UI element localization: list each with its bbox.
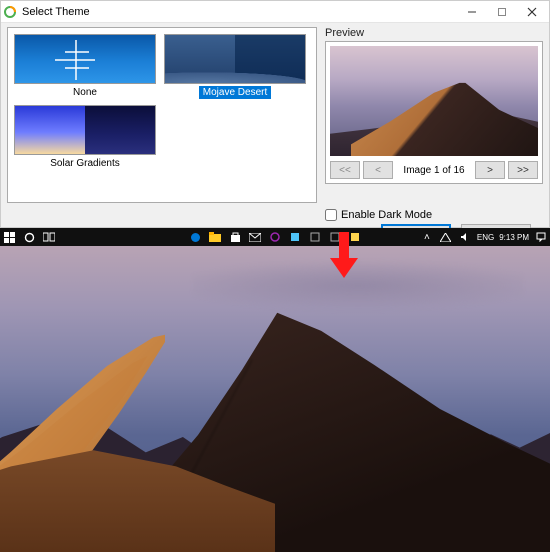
theme-option-none[interactable]: None <box>14 34 156 99</box>
theme-option-mojave-desert[interactable]: Mojave Desert <box>164 34 306 99</box>
network-icon[interactable] <box>439 230 453 244</box>
enable-dark-mode-label: Enable Dark Mode <box>341 209 432 221</box>
enable-dark-mode-checkbox[interactable] <box>325 209 337 221</box>
explorer-icon[interactable] <box>208 230 222 244</box>
language-indicator[interactable]: ENG <box>477 233 494 242</box>
tray-chevron-icon[interactable]: ˄ <box>420 230 434 244</box>
theme-option-solar-gradients[interactable]: Solar Gradients <box>14 105 156 170</box>
theme-list: None Mojave Desert Solar Gradients <box>7 27 317 203</box>
taskbar[interactable]: ˄ ENG 9:13 PM <box>0 228 550 246</box>
theme-thumbnail <box>164 34 306 84</box>
app-icon-2[interactable] <box>288 230 302 244</box>
app-icon-3[interactable] <box>308 230 322 244</box>
preview-panel: Preview << < Image 1 of 16 > >> <box>325 27 543 199</box>
theme-label: Mojave Desert <box>199 86 271 99</box>
close-button[interactable] <box>517 2 547 22</box>
theme-label: None <box>69 86 101 99</box>
preview-heading: Preview <box>325 27 543 39</box>
select-theme-dialog: Select Theme None Mojave Desert Solar Gr… <box>0 0 550 228</box>
titlebar[interactable]: Select Theme <box>1 1 549 23</box>
mail-icon[interactable] <box>248 230 262 244</box>
minimize-button[interactable] <box>457 2 487 22</box>
theme-thumbnail <box>14 34 156 84</box>
last-image-button[interactable]: >> <box>508 161 538 179</box>
action-center-icon[interactable] <box>534 230 548 244</box>
volume-icon[interactable] <box>458 230 472 244</box>
cortana-icon[interactable] <box>22 230 36 244</box>
theme-thumbnail <box>14 105 156 155</box>
app-icon <box>3 5 17 19</box>
theme-label: Solar Gradients <box>46 157 123 170</box>
maximize-button[interactable] <box>487 2 517 22</box>
desktop-wallpaper <box>0 246 550 552</box>
edge-icon[interactable] <box>188 230 202 244</box>
preview-frame: << < Image 1 of 16 > >> <box>325 41 543 184</box>
store-icon[interactable] <box>228 230 242 244</box>
clock[interactable]: 9:13 PM <box>499 233 529 242</box>
next-image-button[interactable]: > <box>475 161 505 179</box>
arrow-annotation-icon <box>330 232 358 282</box>
start-button-icon[interactable] <box>2 230 16 244</box>
app-icon-1[interactable] <box>268 230 282 244</box>
task-view-icon[interactable] <box>42 230 56 244</box>
prev-image-button[interactable]: < <box>363 161 393 179</box>
dialog-title: Select Theme <box>22 6 457 18</box>
preview-image <box>330 46 538 156</box>
first-image-button[interactable]: << <box>330 161 360 179</box>
image-counter: Image 1 of 16 <box>396 165 472 176</box>
